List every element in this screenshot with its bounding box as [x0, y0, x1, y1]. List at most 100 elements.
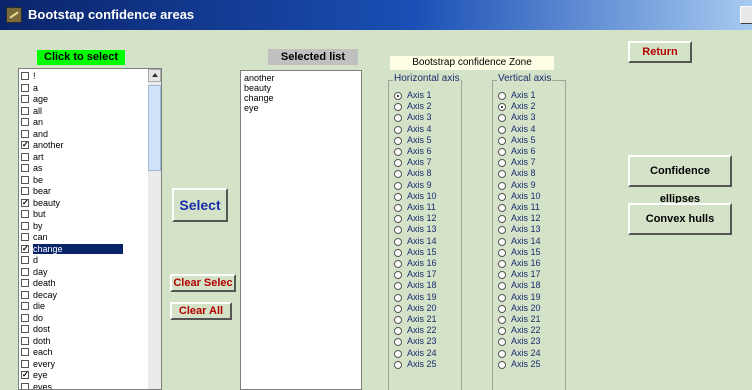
vertical-axis-option[interactable]: Axis 16	[493, 259, 563, 268]
radio-button-icon[interactable]	[394, 260, 402, 268]
horizontal-axis-option[interactable]: Axis 17	[389, 270, 459, 280]
radio-button-icon[interactable]	[394, 226, 402, 235]
radio-button-icon[interactable]	[498, 215, 506, 224]
radio-button-icon[interactable]	[498, 148, 506, 156]
word-checkbox[interactable]	[21, 175, 29, 184]
word-list-item[interactable]: as	[19, 163, 149, 173]
selected-list-item[interactable]: change	[244, 93, 274, 103]
word-list-item[interactable]: ✓ beauty	[19, 198, 149, 208]
word-checkbox[interactable]	[21, 348, 29, 356]
radio-button-icon[interactable]	[394, 248, 402, 257]
selected-list-item[interactable]: another	[244, 73, 275, 83]
vertical-axis-option[interactable]: Axis 9	[493, 180, 563, 190]
horizontal-axis-option[interactable]: Axis 20	[389, 303, 459, 313]
vertical-axis-option[interactable]: Axis 12	[493, 214, 563, 224]
word-checkbox[interactable]	[21, 83, 29, 92]
radio-button-icon[interactable]	[394, 92, 402, 100]
horizontal-axis-option[interactable]: Axis 7	[389, 158, 459, 168]
horizontal-axis-option[interactable]: Axis 16	[389, 259, 459, 268]
selected-listbox[interactable]: another beauty change eye	[240, 70, 362, 390]
word-checklist[interactable]: eyes ✓ eye every each doth dost do die decay death…	[18, 68, 162, 390]
word-checkbox[interactable]	[21, 359, 29, 368]
radio-button-icon[interactable]	[394, 293, 402, 302]
word-list-item[interactable]: an	[19, 117, 149, 127]
word-checkbox[interactable]	[21, 118, 29, 126]
vertical-axis-option[interactable]: Axis 2	[493, 102, 563, 112]
radio-button-icon[interactable]	[394, 327, 402, 336]
word-list-item[interactable]: every	[19, 359, 149, 369]
radio-button-icon[interactable]	[498, 316, 506, 324]
word-list-item[interactable]: art	[19, 152, 149, 162]
horizontal-axis-option[interactable]: Axis 5	[389, 135, 459, 145]
radio-button-icon[interactable]	[498, 327, 506, 336]
return-button[interactable]: Return	[628, 41, 692, 63]
radio-button-icon[interactable]	[498, 125, 506, 134]
radio-button-icon[interactable]	[394, 170, 402, 179]
word-list-item[interactable]: each	[19, 347, 149, 357]
word-checkbox[interactable]	[21, 95, 29, 103]
word-list-item[interactable]: be	[19, 175, 149, 185]
horizontal-axis-option[interactable]: Axis 23	[389, 337, 459, 347]
vertical-axis-option[interactable]: Axis 11	[493, 203, 563, 212]
radio-button-icon[interactable]	[394, 316, 402, 324]
horizontal-axis-option[interactable]: Axis 3	[389, 113, 459, 123]
radio-button-icon[interactable]	[394, 192, 402, 201]
horizontal-axis-option[interactable]: Axis 2	[389, 102, 459, 112]
radio-button-icon[interactable]	[498, 226, 506, 235]
radio-button-icon[interactable]	[394, 136, 402, 145]
word-checkbox[interactable]	[21, 152, 29, 161]
confidence-ellipses-button[interactable]: Confidence ellipses	[628, 155, 732, 205]
radio-button-icon[interactable]	[498, 248, 506, 257]
vertical-axis-option[interactable]: Axis 4	[493, 124, 563, 134]
radio-button-icon[interactable]	[498, 204, 506, 212]
radio-button-icon[interactable]	[498, 293, 506, 302]
word-list-item[interactable]: by	[19, 221, 149, 231]
word-checkbox[interactable]	[21, 302, 29, 310]
vertical-axis-option[interactable]: Axis 10	[493, 191, 563, 201]
scrollbar-thumb[interactable]	[148, 85, 161, 171]
vertical-axis-option[interactable]: Axis 1	[493, 91, 563, 100]
vertical-axis-option[interactable]: Axis 25	[493, 359, 563, 369]
radio-button-icon[interactable]	[498, 103, 506, 112]
word-checkbox[interactable]	[21, 72, 29, 80]
radio-button-icon[interactable]	[498, 237, 506, 246]
word-list-item[interactable]: do	[19, 313, 149, 323]
horizontal-axis-option[interactable]: Axis 15	[389, 247, 459, 257]
word-list-item[interactable]: ✓ another	[19, 140, 149, 150]
word-checkbox[interactable]	[21, 290, 29, 299]
radio-button-icon[interactable]	[394, 271, 402, 280]
word-checkbox[interactable]	[21, 187, 29, 195]
word-checkbox[interactable]	[21, 279, 29, 287]
horizontal-axis-option[interactable]: Axis 18	[389, 281, 459, 291]
word-list-item[interactable]: die	[19, 301, 149, 311]
radio-button-icon[interactable]	[498, 136, 506, 145]
word-list-item[interactable]: death	[19, 278, 149, 288]
selected-list-item[interactable]: beauty	[244, 83, 271, 93]
vertical-axis-option[interactable]: Axis 20	[493, 303, 563, 313]
radio-button-icon[interactable]	[394, 338, 402, 347]
vertical-axis-option[interactable]: Axis 21	[493, 315, 563, 324]
horizontal-axis-option[interactable]: Axis 24	[389, 348, 459, 358]
radio-button-icon[interactable]	[394, 304, 402, 313]
vertical-axis-option[interactable]: Axis 13	[493, 225, 563, 235]
radio-button-icon[interactable]	[498, 192, 506, 201]
clear-selection-button[interactable]: Clear Selec	[170, 274, 236, 292]
radio-button-icon[interactable]	[498, 338, 506, 347]
word-list-item[interactable]: !	[19, 71, 149, 81]
word-list-item[interactable]: day	[19, 267, 149, 277]
radio-button-icon[interactable]	[394, 237, 402, 246]
radio-button-icon[interactable]	[498, 170, 506, 179]
horizontal-axis-option[interactable]: Axis 21	[389, 315, 459, 324]
word-list-item[interactable]: doth	[19, 336, 149, 346]
vertical-axis-option[interactable]: Axis 18	[493, 281, 563, 291]
radio-button-icon[interactable]	[498, 349, 506, 358]
radio-button-icon[interactable]	[498, 181, 506, 190]
scrollbar[interactable]	[148, 69, 161, 389]
radio-button-icon[interactable]	[394, 114, 402, 123]
word-checkbox[interactable]	[21, 233, 29, 241]
word-checkbox[interactable]	[21, 382, 29, 389]
word-checkbox[interactable]: ✓	[21, 244, 29, 253]
word-checkbox[interactable]	[21, 336, 29, 345]
horizontal-axis-option[interactable]: Axis 1	[389, 91, 459, 100]
word-list-item[interactable]: can	[19, 232, 149, 242]
